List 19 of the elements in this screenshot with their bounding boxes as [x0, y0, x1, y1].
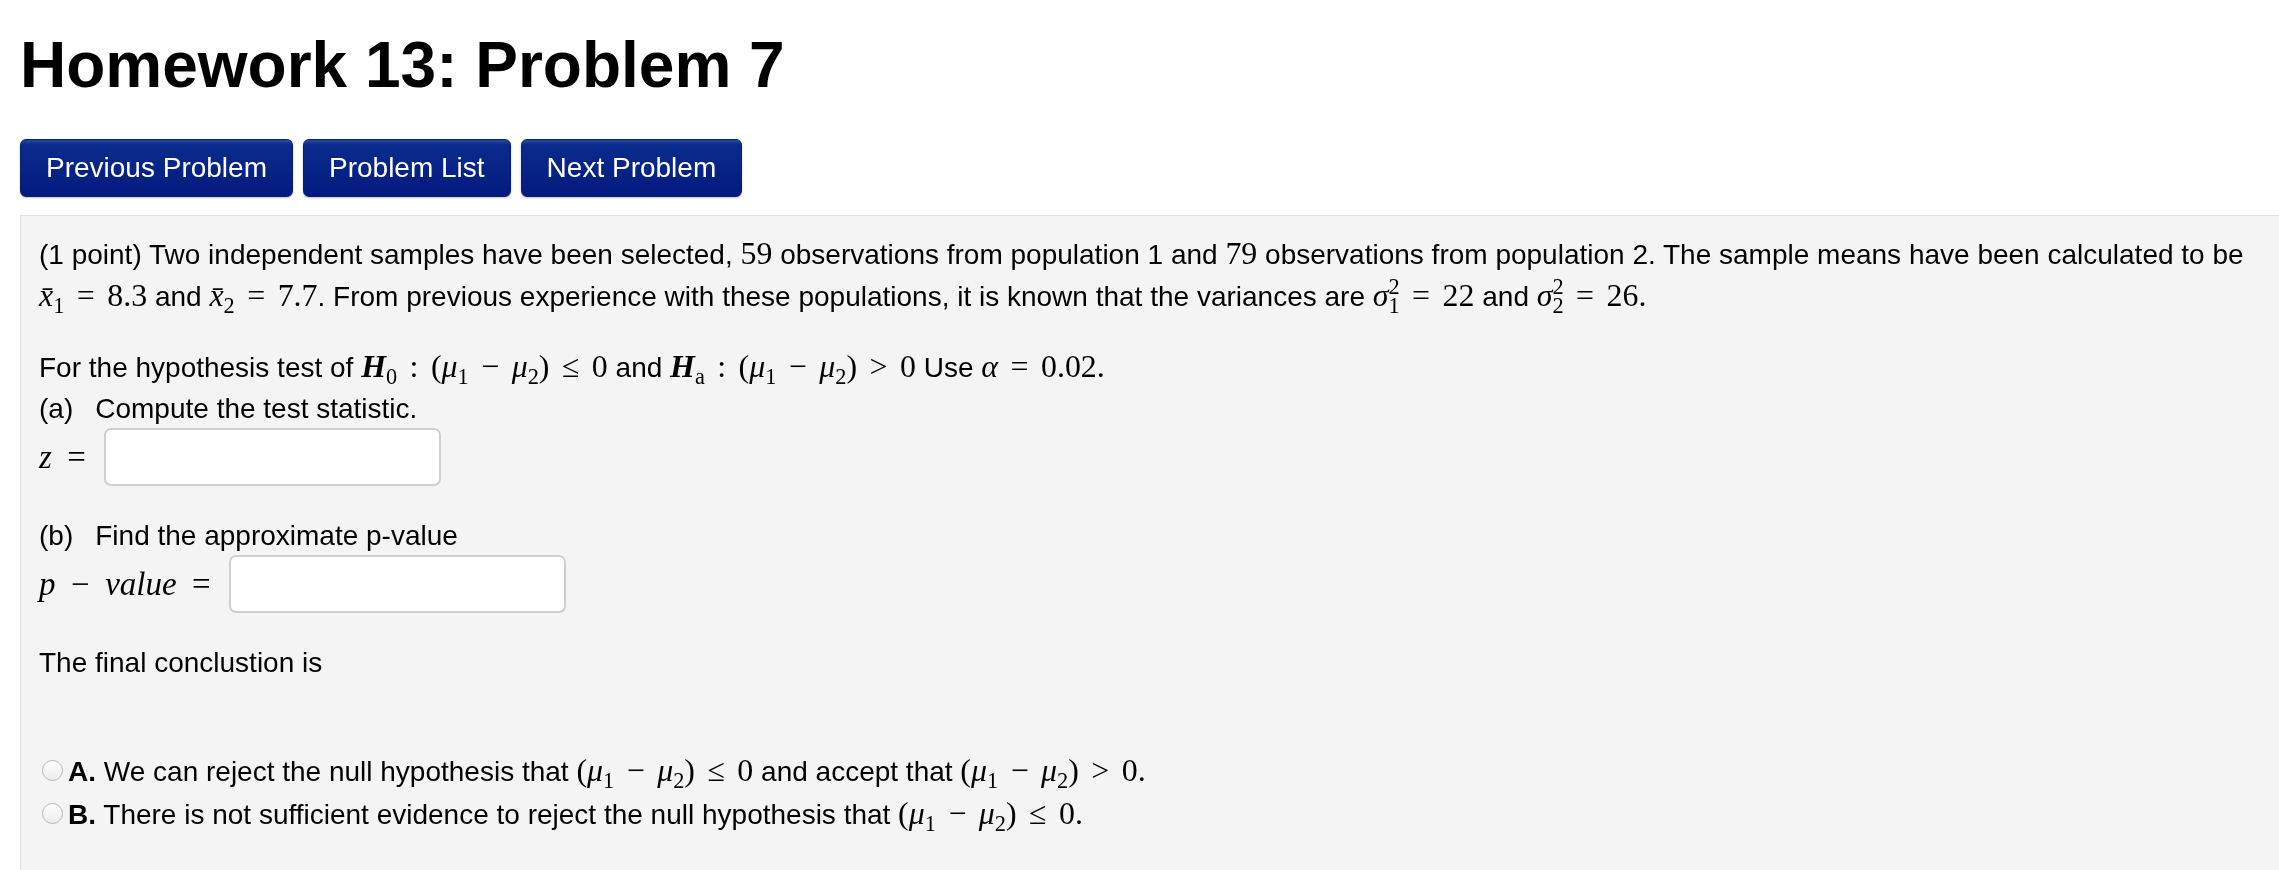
- radio-button[interactable]: [42, 760, 63, 781]
- part-label: (a): [39, 391, 74, 426]
- hypothesis-text: For the hypothesis test of H$_{0}$ : (μ$_{1}$ − μ$_{2}$) ≤ 0 and H$_{a}$ : (μ$_{1}$ − μ$_{2}$) > 0 Use α = 0.02.: [39, 348, 1105, 388]
- problem-statement: (1 point) Two independent samples have been selected, 59 observations from population 1 and 79 observations from population 2. The sample means have been calculated to be x̄$_{1}$ = 8.3 and x̄$_{2}$ = 7.7. From previous experience with these populations, it is known that the variances are σ$^{2}$$_{1}$ = 22 and σ$^{2}$$_{2}$ = 26.: [39, 235, 2245, 317]
- choice-text: B. There is not sufficient evidence to reject the null hypothesis that (μ$_{1}$ − μ$_{2}$) ≤ 0.: [68, 794, 1083, 835]
- answer-field[interactable]: [228, 555, 566, 613]
- part-prompt: Compute the test statistic.: [95, 391, 418, 426]
- nav-button[interactable]: Problem List: [303, 139, 511, 197]
- radio-button[interactable]: [42, 803, 63, 824]
- nav-button[interactable]: Previous Problem: [20, 139, 293, 197]
- choice-text: A. We can reject the null hypothesis that (μ$_{1}$ − μ$_{2}$) ≤ 0 and accept that (μ$_{1}$ − μ$_{2}$) > 0.: [68, 751, 1146, 792]
- equation-label: p − value =: [39, 564, 211, 604]
- part-prompt: Find the approximate p-value: [95, 518, 458, 553]
- nav-button[interactable]: Next Problem: [520, 139, 743, 197]
- page-title: Homework 13: Problem 7: [20, 30, 785, 100]
- answer-field[interactable]: [103, 428, 441, 486]
- equation-label: z =: [39, 437, 86, 477]
- part-label: (b): [39, 518, 74, 553]
- conclusion-prompt: The final conclustion is: [39, 646, 323, 680]
